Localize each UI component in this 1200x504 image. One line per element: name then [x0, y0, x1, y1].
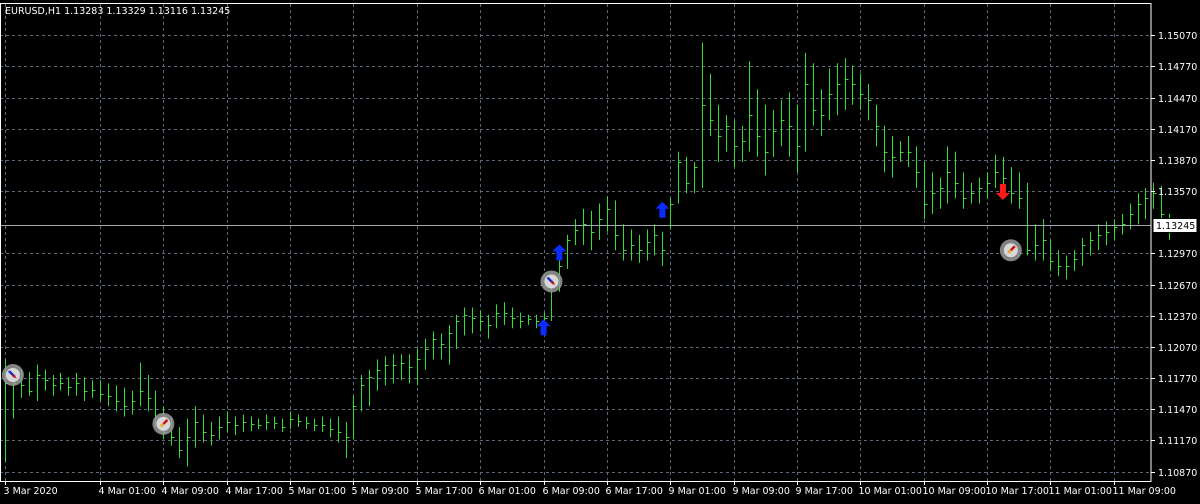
- x-tick-label: 11 Mar 01:00: [1049, 486, 1112, 497]
- price-bars: [5, 42, 1173, 467]
- y-tick-label: 1.14470: [1158, 94, 1197, 105]
- x-tick-label: 10 Mar 01:00: [859, 486, 922, 497]
- up-arrow-icon: [552, 244, 567, 261]
- x-tick-label: 4 Mar 01:00: [99, 486, 156, 497]
- axes: [0, 3, 1155, 485]
- x-tick-label: 5 Mar 01:00: [289, 486, 346, 497]
- y-tick-label: 1.12070: [1158, 343, 1197, 354]
- x-tick-label: 9 Mar 01:00: [669, 486, 726, 497]
- signal-markers: [1, 184, 1022, 435]
- chart-canvas[interactable]: EURUSD,H1 1.13283 1.13329 1.13116 1.1324…: [0, 0, 1200, 500]
- y-tick-label: 1.12370: [1158, 312, 1197, 323]
- up-arrow-shape: [655, 201, 670, 218]
- down-arrow-shape: [995, 184, 1010, 201]
- x-tick-label: 10 Mar 17:00: [986, 486, 1049, 497]
- x-tick-label: 4 Mar 09:00: [162, 486, 219, 497]
- x-tick-label: 9 Mar 09:00: [733, 486, 790, 497]
- current-price-label: 1.13245: [1156, 221, 1195, 232]
- y-tick-label: 1.11470: [1158, 405, 1197, 416]
- buy-marker-icon: [540, 270, 563, 293]
- x-tick-label: 10 Mar 09:00: [923, 486, 986, 497]
- y-tick-label: 1.15070: [1158, 31, 1197, 42]
- buy-marker-icon: [1, 364, 24, 386]
- chart-header: EURUSD,H1 1.13283 1.13329 1.13116 1.1324…: [5, 6, 230, 17]
- y-tick-label: 1.12670: [1158, 281, 1197, 292]
- x-tick-label: 6 Mar 01:00: [479, 486, 536, 497]
- y-tick-label: 1.12970: [1158, 249, 1197, 260]
- x-tick-label: 9 Mar 17:00: [796, 486, 853, 497]
- y-tick-label: 1.11770: [1158, 374, 1197, 385]
- x-tick-label: 6 Mar 09:00: [543, 486, 600, 497]
- sell-marker-icon: [152, 412, 175, 435]
- x-tick-label: 5 Mar 09:00: [352, 486, 409, 497]
- x-tick-label: 11 Mar 09:00: [1113, 486, 1176, 497]
- up-arrow-icon: [655, 201, 670, 218]
- y-tick-label: 1.14770: [1158, 62, 1197, 73]
- y-tick-label: 1.13570: [1158, 187, 1197, 198]
- x-tick-label: 5 Mar 17:00: [416, 486, 473, 497]
- x-tick-label: 6 Mar 17:00: [606, 486, 663, 497]
- sell-marker-icon: [999, 239, 1022, 262]
- y-tick-label: 1.11170: [1158, 436, 1197, 447]
- y-tick-label: 1.14170: [1158, 125, 1197, 136]
- down-arrow-icon: [995, 184, 1010, 201]
- x-tick-label: 3 Mar 2020: [4, 486, 58, 497]
- up-arrow-shape: [552, 244, 567, 261]
- price-chart[interactable]: EURUSD,H1 1.13283 1.13329 1.13116 1.1324…: [0, 0, 1200, 500]
- current-price-line: [0, 218, 1198, 233]
- y-tick-label: 1.13870: [1158, 156, 1197, 167]
- y-tick-label: 1.10870: [1158, 468, 1197, 479]
- x-tick-label: 4 Mar 17:00: [226, 486, 283, 497]
